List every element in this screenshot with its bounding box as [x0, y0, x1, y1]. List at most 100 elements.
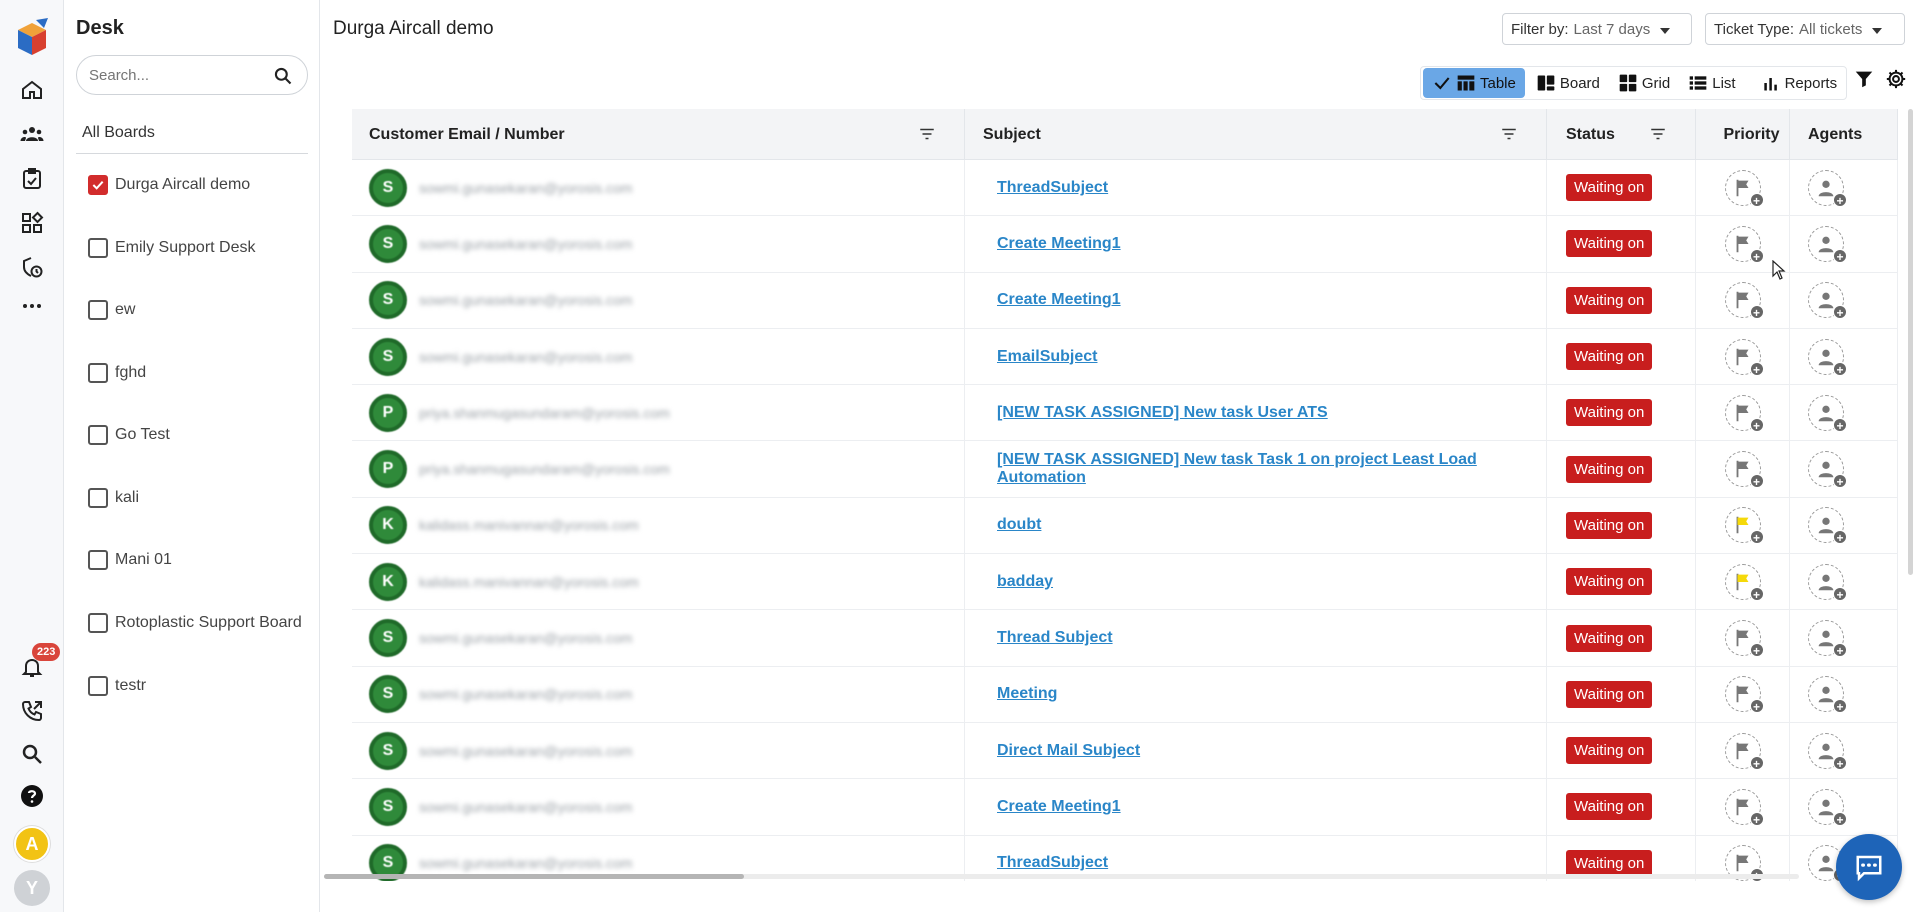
global-search-icon[interactable] — [16, 738, 48, 770]
filter-by-dropdown[interactable]: Filter by: Last 7 days — [1502, 13, 1692, 45]
status-badge[interactable]: Waiting on — [1566, 399, 1653, 427]
all-boards-label[interactable]: All Boards — [82, 124, 155, 142]
checkbox[interactable] — [88, 300, 108, 320]
board-item-durga-aircall-demo[interactable]: Durga Aircall demo — [88, 173, 250, 197]
assign-agent-button[interactable]: + — [1808, 788, 1847, 827]
checkbox[interactable] — [88, 425, 108, 445]
set-priority-button[interactable]: + — [1724, 732, 1764, 771]
set-priority-button[interactable]: + — [1724, 507, 1764, 545]
filter-icon[interactable] — [1853, 68, 1875, 90]
status-badge[interactable]: Waiting on — [1566, 849, 1653, 877]
column-filter-icon[interactable] — [1649, 125, 1667, 143]
checkbox[interactable] — [88, 488, 108, 508]
checkbox[interactable] — [88, 363, 108, 383]
view-list-button[interactable]: List — [1679, 66, 1744, 100]
horizontal-scrollbar[interactable] — [324, 874, 1799, 879]
tasks-icon[interactable] — [16, 163, 48, 195]
help-icon[interactable] — [16, 780, 48, 812]
table-row[interactable]: S sowmi.gunasekaran@yorosis.com ThreadSu… — [352, 160, 1898, 217]
status-badge[interactable]: Waiting on — [1566, 343, 1653, 371]
board-item-go-test[interactable]: Go Test — [88, 423, 170, 447]
status-badge[interactable]: Waiting on — [1566, 174, 1653, 202]
subject-link[interactable]: Create Meeting1 — [997, 291, 1121, 309]
status-badge[interactable]: Waiting on — [1566, 230, 1653, 258]
table-row[interactable]: S sowmi.gunasekaran@yorosis.com Meeting … — [352, 666, 1898, 723]
table-row[interactable]: S sowmi.gunasekaran@yorosis.com Create M… — [352, 779, 1898, 836]
status-badge[interactable]: Waiting on — [1566, 680, 1653, 708]
view-board-button[interactable]: Board — [1527, 66, 1609, 100]
set-priority-button[interactable]: + — [1724, 282, 1764, 320]
subject-link[interactable]: [NEW TASK ASSIGNED] New task Task 1 on p… — [997, 451, 1546, 487]
column-filter-icon[interactable] — [1500, 125, 1518, 143]
table-row[interactable]: P priya.shanmugasundaram@yorosis.com [NE… — [352, 385, 1898, 442]
avatar[interactable]: Y — [14, 870, 50, 906]
table-row[interactable]: K kalidass.manivannan@yorosis.com badday… — [352, 554, 1898, 611]
home-icon[interactable] — [16, 74, 48, 106]
column-header-priority[interactable]: Priority — [1696, 109, 1790, 160]
phone-icon[interactable] — [16, 695, 48, 727]
set-priority-button[interactable]: + — [1724, 788, 1764, 827]
subject-link[interactable]: doubt — [997, 516, 1041, 534]
assign-agent-button[interactable]: + — [1808, 451, 1847, 489]
table-row[interactable]: S sowmi.gunasekaran@yorosis.com Thread S… — [352, 610, 1898, 667]
set-priority-button[interactable]: + — [1724, 394, 1764, 433]
ticket-type-dropdown[interactable]: Ticket Type: All tickets — [1705, 13, 1905, 45]
status-badge[interactable]: Waiting on — [1566, 455, 1653, 483]
subject-link[interactable]: Direct Mail Subject — [997, 742, 1140, 760]
board-item-testr[interactable]: testr — [88, 674, 146, 698]
assign-agent-button[interactable]: + — [1808, 225, 1847, 264]
avatar[interactable]: A — [14, 826, 50, 862]
view-grid-button[interactable]: Grid — [1609, 66, 1679, 100]
table-row[interactable]: S sowmi.gunasekaran@yorosis.com EmailSub… — [352, 328, 1898, 386]
team-icon[interactable] — [16, 118, 48, 150]
status-badge[interactable]: Waiting on — [1566, 511, 1653, 539]
board-search-input[interactable] — [89, 66, 269, 84]
set-priority-button[interactable]: + — [1724, 225, 1764, 264]
subject-link[interactable]: Meeting — [997, 685, 1057, 703]
table-row[interactable]: P priya.shanmugasundaram@yorosis.com [NE… — [352, 441, 1898, 498]
board-item-mani-01[interactable]: Mani 01 — [88, 548, 172, 572]
board-item-fghd[interactable]: fghd — [88, 361, 146, 385]
assign-agent-button[interactable]: + — [1808, 620, 1847, 658]
assign-agent-button[interactable]: + — [1808, 282, 1847, 320]
assign-agent-button[interactable]: + — [1808, 169, 1847, 208]
column-header-agents[interactable]: Agents — [1790, 109, 1898, 160]
table-row[interactable]: S sowmi.gunasekaran@yorosis.com Create M… — [352, 272, 1898, 329]
assign-agent-button[interactable]: + — [1808, 676, 1847, 714]
shield-icon[interactable] — [16, 251, 48, 283]
status-badge[interactable]: Waiting on — [1566, 624, 1653, 652]
settings-icon[interactable] — [1885, 68, 1907, 90]
vertical-scrollbar[interactable] — [1908, 109, 1913, 575]
view-table-button[interactable]: Table — [1423, 68, 1525, 98]
board-item-ew[interactable]: ew — [88, 298, 135, 322]
status-badge[interactable]: Waiting on — [1566, 793, 1653, 821]
checkbox[interactable] — [88, 175, 108, 195]
scrollbar-thumb[interactable] — [324, 874, 744, 879]
column-header-customer[interactable]: Customer Email / Number — [352, 109, 965, 160]
set-priority-button[interactable]: + — [1724, 676, 1764, 714]
board-item-emily-support-desk[interactable]: Emily Support Desk — [88, 236, 256, 260]
assign-agent-button[interactable]: + — [1808, 732, 1847, 771]
apps-icon[interactable] — [16, 207, 48, 239]
chat-button[interactable] — [1836, 834, 1902, 900]
subject-link[interactable]: [NEW TASK ASSIGNED] New task User ATS — [997, 404, 1328, 422]
column-filter-icon[interactable] — [918, 125, 936, 143]
subject-link[interactable]: badday — [997, 573, 1053, 591]
set-priority-button[interactable]: + — [1724, 451, 1764, 489]
column-header-status[interactable]: Status — [1547, 109, 1696, 160]
subject-link[interactable]: Create Meeting1 — [997, 235, 1121, 253]
assign-agent-button[interactable]: + — [1808, 338, 1847, 377]
table-row[interactable]: S sowmi.gunasekaran@yorosis.com Direct M… — [352, 722, 1898, 780]
checkbox[interactable] — [88, 550, 108, 570]
set-priority-button[interactable]: + — [1724, 620, 1764, 658]
checkbox[interactable] — [88, 238, 108, 258]
set-priority-button[interactable]: + — [1724, 338, 1764, 377]
table-row[interactable]: K kalidass.manivannan@yorosis.com doubt … — [352, 497, 1898, 555]
set-priority-button[interactable]: + — [1724, 563, 1764, 602]
subject-link[interactable]: ThreadSubject — [997, 854, 1108, 872]
set-priority-button[interactable]: + — [1724, 169, 1764, 208]
assign-agent-button[interactable]: + — [1808, 563, 1847, 602]
bell-icon[interactable]: 223 — [16, 643, 61, 683]
more-icon[interactable] — [16, 290, 48, 322]
subject-link[interactable]: Create Meeting1 — [997, 798, 1121, 816]
